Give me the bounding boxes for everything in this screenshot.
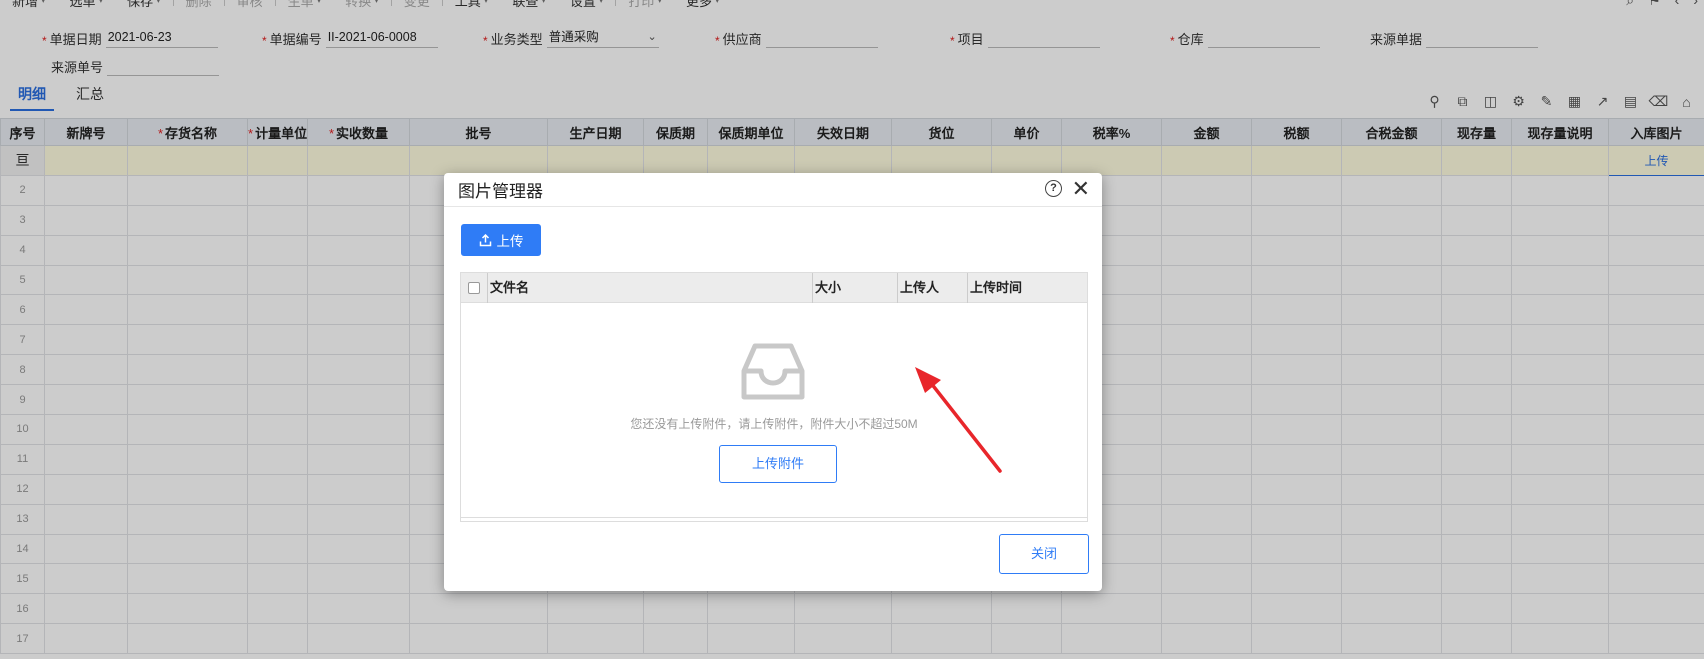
- empty-state-text: 您还没有上传附件，请上传附件，附件大小不超过50M: [630, 417, 918, 431]
- file-table-footer: [461, 517, 1087, 521]
- empty-state: 您还没有上传附件，请上传附件，附件大小不超过50M 上传附件: [461, 303, 1087, 517]
- close-icon[interactable]: ✕: [1072, 176, 1090, 202]
- upload-button[interactable]: 上传: [461, 224, 541, 256]
- upload-button-label: 上传: [496, 234, 524, 249]
- select-all-checkbox[interactable]: [461, 273, 487, 303]
- upload-icon: [479, 233, 491, 246]
- col-size: 大小: [812, 272, 897, 303]
- page: 新增▾选单▾保存▾删除审核生单▾转换▾变更工具▾联查▾设置▾打印▾更多▾⌕⚑‹›…: [0, 0, 1704, 659]
- image-manager-dialog: 图片管理器 ? ✕ 上传 文件名 大小 上传人 上传时间 您还没有上传附件，请上…: [444, 173, 1102, 591]
- file-table: 文件名 大小 上传人 上传时间 您还没有上传附件，请上传附件，附件大小不超过50…: [460, 272, 1088, 522]
- dialog-title: 图片管理器: [458, 182, 543, 201]
- dialog-header: 图片管理器 ? ✕: [444, 173, 1102, 207]
- col-uploader: 上传人: [897, 272, 967, 303]
- col-upload-time: 上传时间: [967, 272, 1085, 303]
- empty-inbox-icon: [741, 343, 805, 400]
- col-filename: 文件名: [487, 272, 812, 303]
- upload-attachment-button[interactable]: 上传附件: [719, 445, 837, 483]
- close-button[interactable]: 关闭: [999, 534, 1089, 574]
- file-table-header: 文件名 大小 上传人 上传时间: [461, 272, 1087, 303]
- help-icon[interactable]: ?: [1045, 180, 1062, 197]
